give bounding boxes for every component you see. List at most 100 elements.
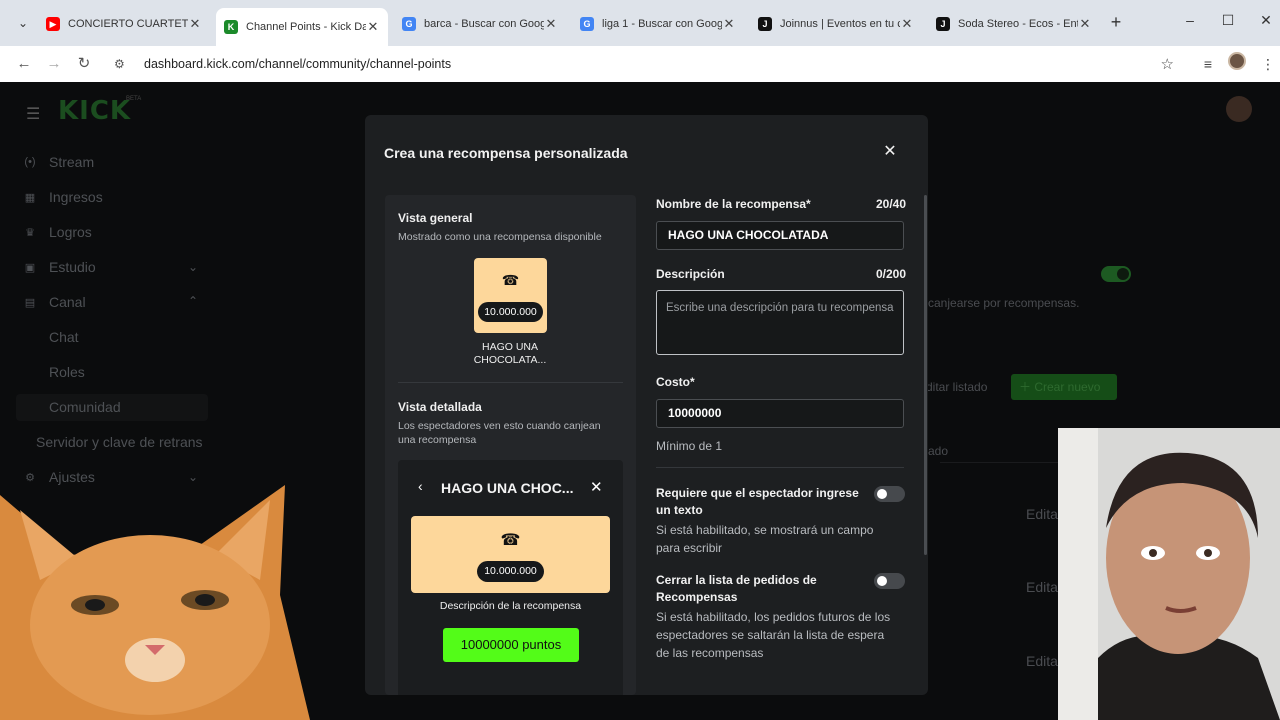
chevron-up-icon[interactable]: ⌃ — [188, 294, 198, 308]
close-queue-title: Cerrar la lista de pedidos de Recompensa… — [656, 573, 817, 604]
description-counter: 0/200 — [875, 267, 906, 281]
reward-name-counter: 20/40 — [875, 197, 906, 211]
broadcast-icon: (•) — [24, 156, 36, 168]
chevron-down-icon[interactable]: ⌄ — [188, 470, 198, 484]
media-control-icon[interactable]: ≡ — [1198, 54, 1218, 74]
preview-divider — [398, 382, 623, 383]
browser-tab[interactable]: J Soda Stereo - Ecos - Entra ✕ — [928, 10, 1100, 38]
money-icon: ▦ — [24, 191, 36, 204]
close-window-icon[interactable]: ✕ — [1256, 12, 1276, 29]
reward-form: Nombre de la recompensa* 20/40 HAGO UNA … — [656, 195, 906, 695]
new-tab-plus-icon[interactable]: + — [1106, 12, 1126, 33]
profile-avatar[interactable] — [1228, 52, 1246, 70]
forward-arrow-icon[interactable]: → — [44, 54, 64, 74]
close-tab-icon[interactable]: ✕ — [544, 16, 558, 32]
chevron-down-icon[interactable]: ⌄ — [188, 260, 198, 274]
cost-input[interactable]: 10000000 — [656, 399, 904, 428]
tab-search-chevron-icon[interactable]: ⌄ — [12, 13, 34, 33]
detail-reward-title: HAGO UNA CHOC... — [441, 480, 574, 496]
require-text-title: Requiere que el espectador ingrese un te… — [656, 486, 859, 517]
browser-tab[interactable]: G liga 1 - Buscar con Google ✕ — [572, 10, 744, 38]
sidebar-item-ajustes[interactable]: ⚙ Ajustes — [22, 469, 95, 485]
detail-description: Descripción de la recompensa — [439, 600, 582, 612]
close-tab-icon[interactable]: ✕ — [1078, 16, 1092, 32]
cost-help-text: Mínimo de 1 — [656, 439, 723, 453]
back-arrow-icon[interactable]: ← — [14, 54, 34, 74]
sidebar-item-ingresos[interactable]: ▦ Ingresos — [22, 189, 103, 205]
hamburger-menu-icon[interactable]: ☰ — [26, 104, 40, 124]
joinnus-favicon-icon: J — [758, 17, 772, 31]
create-new-button[interactable]: ＋ Crear nuevo — [1011, 374, 1117, 400]
detail-view-title: Vista detallada — [398, 400, 482, 414]
sidebar-item-chat[interactable]: Chat — [49, 329, 79, 345]
sidebar-item-roles[interactable]: Roles — [49, 364, 85, 380]
close-icon[interactable]: ✕ — [882, 143, 898, 161]
bg-column-header: ado — [928, 444, 949, 458]
user-avatar[interactable] — [1226, 96, 1252, 122]
studio-icon: ▣ — [24, 261, 36, 274]
google-favicon-icon: G — [402, 17, 416, 31]
require-text-toggle[interactable] — [874, 486, 905, 502]
sidebar-item-estudio[interactable]: ▣ Estudio — [22, 259, 96, 275]
url-text: dashboard.kick.com/channel/community/cha… — [144, 57, 452, 71]
close-tab-icon[interactable]: ✕ — [900, 16, 914, 32]
reaction-webcam-overlay — [1058, 428, 1280, 720]
google-favicon-icon: G — [580, 17, 594, 31]
gift-icon: ☎ — [501, 272, 520, 288]
kick-logo[interactable]: KICK — [58, 96, 131, 126]
cost-pill: 10.000.000 — [478, 302, 543, 322]
youtube-favicon-icon: ▶ — [46, 17, 60, 31]
sidebar-item-logros[interactable]: ♛ Logros — [22, 224, 92, 240]
sidebar-item-canal[interactable]: ▤ Canal — [22, 294, 86, 310]
minimize-icon[interactable]: – — [1180, 12, 1200, 28]
sidebar-item-stream[interactable]: (•) Stream — [22, 154, 94, 170]
cost-label: Costo* — [656, 375, 695, 389]
bookmark-star-icon[interactable]: ☆ — [1161, 55, 1174, 73]
close-queue-help: Si está habilitado, los pedidos futuros … — [656, 610, 891, 660]
browser-toolbar: ← → ↻ ⚙ dashboard.kick.com/channel/commu… — [0, 46, 1280, 82]
modal-scrollbar[interactable] — [924, 195, 927, 555]
reward-card-large: ☎ 10.000.000 — [411, 516, 610, 593]
edit-reward-button[interactable]: Edita — [1026, 506, 1058, 522]
detail-view-subtitle: Los espectadores ven esto cuando canjean… — [398, 420, 601, 446]
site-info-icon[interactable]: ⚙ — [114, 57, 130, 71]
reward-name-input[interactable]: HAGO UNA CHOCOLATADA — [656, 221, 904, 250]
browser-tab[interactable]: ▶ CONCIERTO CUARTETO DE ✕ — [38, 10, 210, 38]
reward-name-label: Nombre de la recompensa* — [656, 197, 811, 211]
browser-tab-active[interactable]: K Channel Points - Kick Dash ✕ — [216, 8, 388, 46]
trophy-icon: ♛ — [25, 226, 35, 239]
close-tab-icon[interactable]: ✕ — [188, 16, 202, 32]
cost-pill: 10.000.000 — [477, 561, 544, 582]
close-tab-icon[interactable]: ✕ — [722, 16, 736, 32]
require-text-help: Si está habilitado, se mostrará un campo… — [656, 523, 874, 555]
joinnus-favicon-icon: J — [936, 17, 950, 31]
browser-tab[interactable]: J Joinnus | Eventos en tu ciu ✕ — [750, 10, 922, 38]
edit-reward-button[interactable]: Edita — [1026, 653, 1058, 669]
plus-icon: ＋ — [1019, 380, 1035, 394]
channel-points-toggle[interactable] — [1101, 266, 1131, 282]
chrome-menu-icon[interactable]: ⋮ — [1258, 54, 1278, 74]
general-view-title: Vista general — [398, 211, 473, 225]
close-queue-toggle[interactable] — [874, 573, 905, 589]
general-view-subtitle: Mostrado como una recompensa disponible — [398, 231, 602, 243]
close-icon: ✕ — [590, 479, 603, 496]
sidebar-item-comunidad[interactable]: Comunidad — [49, 399, 121, 415]
reload-icon[interactable]: ↻ — [74, 54, 94, 74]
edit-reward-button[interactable]: Edita — [1026, 579, 1058, 595]
maximize-icon[interactable]: ☐ — [1218, 12, 1238, 29]
description-textarea[interactable]: Escribe una descripción para tu recompen… — [656, 290, 904, 355]
redeem-points-button: 10000000 puntos — [443, 628, 579, 662]
gear-icon: ⚙ — [25, 471, 35, 484]
sidebar-item-server-key[interactable]: Servidor y clave de retrans — [36, 434, 203, 450]
reward-detail-preview: ‹ HAGO UNA CHOC... ✕ ☎ 10.000.000 Descri… — [398, 460, 623, 695]
browser-tab[interactable]: G barca - Buscar con Google ✕ — [394, 10, 566, 38]
close-tab-icon[interactable]: ✕ — [366, 19, 380, 35]
bg-description: canjearse por recompensas. — [928, 296, 1080, 310]
form-divider — [656, 467, 904, 468]
create-reward-modal: Crea una recompensa personalizada ✕ Vist… — [365, 115, 928, 695]
modal-title: Crea una recompensa personalizada — [384, 145, 628, 161]
edit-list-button[interactable]: Editar listado — [918, 374, 1004, 400]
chevron-left-icon: ‹ — [418, 478, 423, 494]
gift-icon: ☎ — [500, 532, 521, 549]
address-bar[interactable]: ⚙ dashboard.kick.com/channel/community/c… — [106, 50, 1194, 78]
